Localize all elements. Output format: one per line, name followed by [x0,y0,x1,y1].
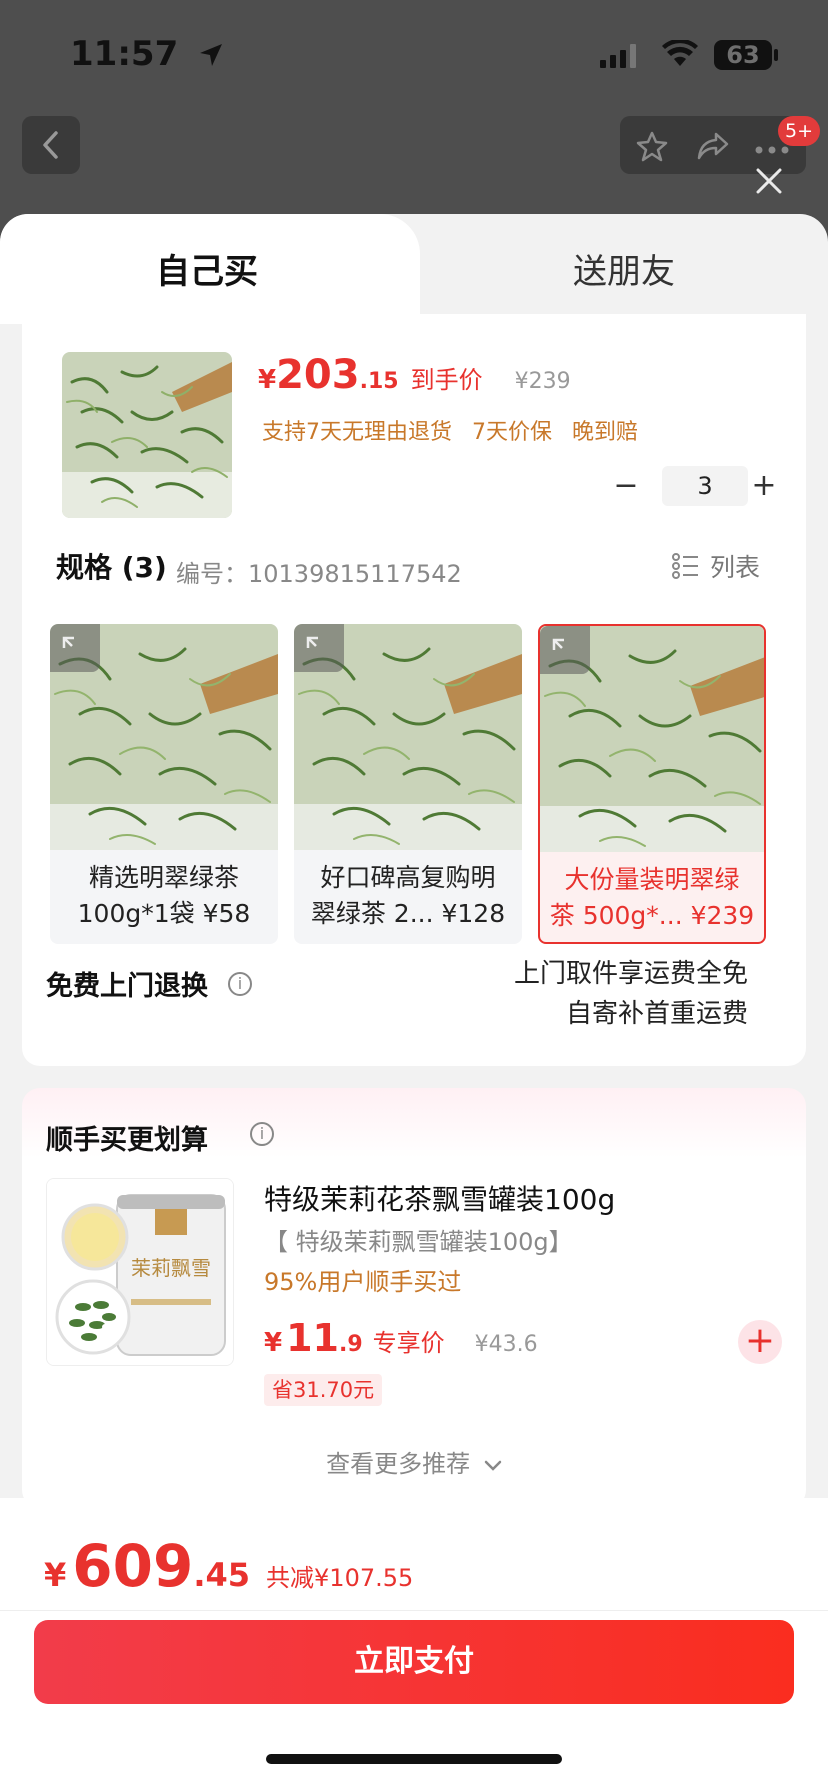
close-icon[interactable] [752,164,786,198]
list-label: 列表 [710,553,761,582]
addon-product-name[interactable]: 特级茉莉花茶飘雪罐装100g [264,1178,615,1218]
spec-option-selected[interactable]: 大份量装明翠绿 茶 500g*... ¥239 [538,624,766,944]
service-tag: 支持7天无理由退货 [262,420,452,445]
service-tag: 7天价保 [472,420,552,445]
price-currency: ¥ [258,365,277,395]
pay-now-button[interactable]: 立即支付 [34,1620,794,1704]
product-price: ¥ 203 .15 到手价 ¥239 [258,352,571,398]
service-tags: 支持7天无理由退货 7天价保 晚到赔 [262,414,638,446]
addon-price: ¥ 11 .9 专享价 ¥43.6 [264,1316,538,1360]
total-currency: ¥ [44,1556,67,1594]
cellular-signal-icon [600,44,640,72]
tab-buy-self[interactable]: 自己买 [0,214,420,324]
checkout-footer: ¥ 609 .45 共减¥107.55 立即支付 [0,1498,828,1792]
spec-option-line1: 好口碑高复购明 [320,863,496,892]
addon-product-spec: 【 特级茉莉飘雪罐装100g】 [264,1228,573,1256]
add-addon-button[interactable]: + [738,1320,782,1364]
can-label-icon: 茉莉飘雪 [131,1256,211,1280]
expand-icon[interactable] [50,624,100,672]
expand-icon[interactable] [294,624,344,672]
spec-option[interactable]: 精选明翠绿茶 100g*1袋 ¥58 [50,624,278,944]
spec-option-line2: 翠绿茶 2... ¥128 [310,899,506,928]
share-icon[interactable] [696,130,730,166]
info-icon[interactable]: i [228,972,252,996]
price-decimal: .15 [359,369,399,394]
spec-option[interactable]: 好口碑高复购明 翠绿茶 2... ¥128 [294,624,522,944]
view-more-button[interactable]: 查看更多推荐 [22,1444,806,1479]
wifi-icon [662,38,698,72]
addon-product-image[interactable]: 茉莉飘雪 [46,1178,234,1366]
total-price: ¥ 609 .45 共减¥107.55 [44,1532,413,1600]
spec-title: 规格 (3) [56,551,167,584]
free-return-line1: 上门取件享运费全免 [513,959,748,989]
decrease-button[interactable]: − [606,464,646,508]
tab-gift-friend-label: 送朋友 [573,252,675,292]
status-time: 11:57 [70,34,179,74]
tab-gift-friend[interactable]: 送朋友 [420,214,828,314]
tab-buy-self-label: 自己买 [156,252,258,292]
quantity-stepper: − 3 + [606,464,777,508]
addon-price-label: 专享价 [372,1329,445,1357]
home-indicator [266,1754,562,1764]
total-decimal: .45 [193,1556,251,1594]
chevron-down-icon [484,1460,502,1471]
addon-price-integer: 11 [286,1316,339,1360]
free-return-desc: 上门取件享运费全免 自寄补首重运费 [514,954,748,1034]
addon-price-currency: ¥ [264,1328,283,1358]
star-icon[interactable] [636,130,668,166]
expand-icon[interactable] [540,626,590,674]
total-discount: 共减¥107.55 [266,1564,414,1592]
addon-title: 顺手买更划算 [46,1125,208,1156]
divider [0,1610,828,1611]
product-card: ¥ 203 .15 到手价 ¥239 支持7天无理由退货 7天价保 晚到赔 − … [22,314,806,1066]
addon-original-price: ¥43.6 [474,1332,538,1357]
service-tag: 晚到赔 [572,420,639,445]
status-bar: 11:57 63 [0,0,828,108]
addon-save-badge: 省31.70元 [264,1374,383,1406]
list-view-toggle[interactable]: 列表 [672,548,760,584]
free-return-title: 免费上门退换 [46,971,208,1002]
free-return-line2: 自寄补首重运费 [565,999,748,1029]
list-icon [672,553,698,579]
product-code: 编号：10139815117542 [176,560,462,588]
product-image[interactable] [62,352,232,518]
increase-button[interactable]: + [744,464,784,508]
addon-buy-rate: 95%用户顺手买过 [264,1268,462,1296]
price-integer: 203 [276,352,360,398]
spec-option-line1: 精选明翠绿茶 [88,863,239,892]
spec-option-line2: 100g*1袋 ¥58 [77,899,251,928]
addon-card: 顺手买更划算 i 茉莉飘雪 特级茉莉花茶飘雪罐装100g 【 特级茉莉飘雪罐装1… [22,1088,806,1508]
back-button[interactable] [22,116,80,174]
addon-price-decimal: .9 [338,1332,363,1357]
total-integer: 609 [72,1532,194,1600]
spec-option-label: 大份量装明翠绿 茶 500g*... ¥239 [548,862,756,934]
spec-option-line2: 茶 500g*... ¥239 [549,901,755,930]
quantity-field[interactable]: 3 [662,466,748,506]
battery-tip [774,49,778,61]
spec-option-label: 精选明翠绿茶 100g*1袋 ¥58 [58,860,270,932]
notification-badge: 5+ [778,116,820,146]
chevron-left-icon [43,131,58,159]
location-arrow-icon [198,42,224,72]
spec-option-line1: 大份量装明翠绿 [564,865,740,894]
price-label: 到手价 [410,366,483,394]
original-price: ¥239 [514,369,571,394]
info-icon[interactable]: i [250,1122,274,1146]
battery-icon: 63 [714,40,772,70]
spec-option-label: 好口碑高复购明 翠绿茶 2... ¥128 [302,860,514,932]
view-more-label: 查看更多推荐 [326,1450,471,1478]
